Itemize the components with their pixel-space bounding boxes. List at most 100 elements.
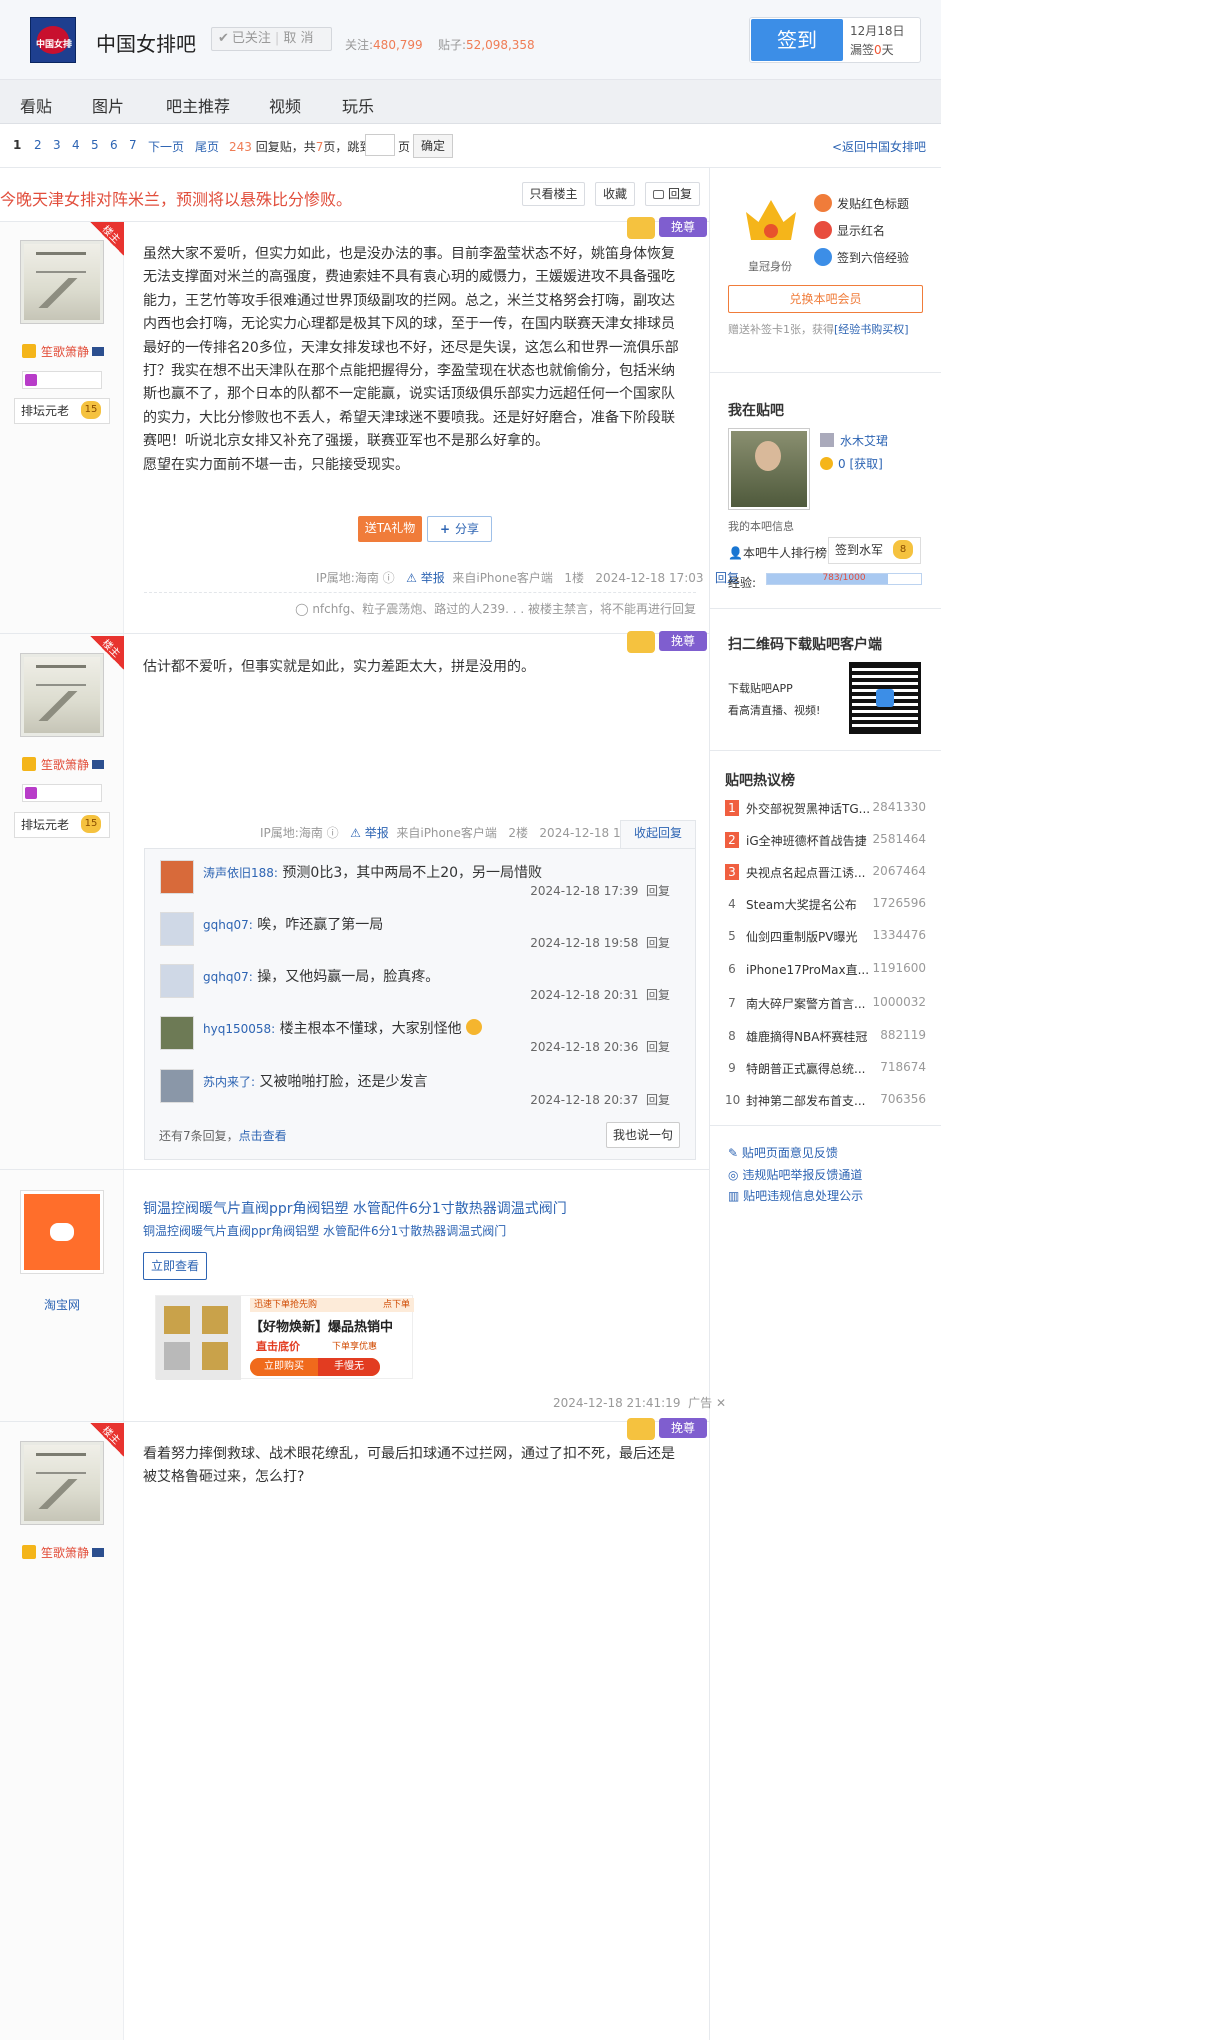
nav-play[interactable]: 玩乐 bbox=[342, 93, 374, 117]
hot-item[interactable]: 2 iG全神班德杯首战告捷 2581464 bbox=[725, 832, 926, 850]
reply-avatar[interactable] bbox=[160, 860, 194, 894]
avatar[interactable] bbox=[20, 653, 104, 737]
exp-book-link[interactable]: [经验书购买权] bbox=[834, 323, 909, 336]
reply-link[interactable]: 回复 bbox=[646, 988, 670, 1002]
rank-list-link[interactable]: 👤本吧牛人排行榜 bbox=[728, 544, 827, 561]
next-page[interactable]: 下一页 bbox=[148, 138, 184, 155]
page-7[interactable]: 7 bbox=[129, 138, 137, 152]
nav-posts[interactable]: 看贴 bbox=[20, 93, 52, 117]
reply-link[interactable]: 回复 bbox=[646, 884, 670, 898]
post-paragraph: 虽然大家不爱听，但实力如此，也是没办法的事。目前李盈莹状态不好，姚笛身体恢复无法… bbox=[143, 246, 679, 450]
sign-info: 12月18日 漏签0天 bbox=[850, 24, 905, 57]
author-name[interactable]: 笙歌箫静 bbox=[22, 1544, 105, 1561]
get-coins-link[interactable]: [获取] bbox=[849, 457, 882, 471]
reply-user[interactable]: hyq150058: bbox=[203, 1022, 275, 1036]
taobao-avatar[interactable] bbox=[20, 1190, 104, 1274]
ad-source[interactable]: 淘宝网 bbox=[44, 1296, 80, 1313]
hot-item[interactable]: 6 iPhone17ProMax直... 1191600 bbox=[725, 961, 926, 979]
nav-featured[interactable]: 吧主推荐 bbox=[166, 93, 230, 117]
say-something-button[interactable]: 我也说一句 bbox=[606, 1122, 680, 1148]
my-coins: 0 [获取] bbox=[820, 455, 883, 472]
follow-button[interactable]: ✔ 已关注 | 取 消 bbox=[211, 27, 332, 51]
wanzun-button[interactable]: 挽尊 bbox=[659, 217, 707, 237]
nav-video[interactable]: 视频 bbox=[269, 93, 301, 117]
report-link[interactable]: ⚠ 举报 bbox=[350, 826, 389, 840]
title-icon bbox=[25, 374, 37, 386]
reply-user[interactable]: 涛声依旧188: bbox=[203, 866, 278, 880]
wanzun-button[interactable]: 挽尊 bbox=[659, 1418, 707, 1438]
share-button[interactable]: + 分享 bbox=[427, 516, 492, 542]
only-op-button[interactable]: 只看楼主 bbox=[522, 182, 585, 206]
my-username[interactable]: 水木艾珺 bbox=[820, 432, 888, 449]
page-6[interactable]: 6 bbox=[110, 138, 118, 152]
limited-button[interactable]: 手慢无 bbox=[318, 1358, 380, 1376]
post-floor-3 bbox=[0, 1422, 709, 2040]
send-gift-button[interactable]: 送TA礼物 bbox=[358, 516, 422, 542]
page-3[interactable]: 3 bbox=[53, 138, 61, 152]
reply-avatar[interactable] bbox=[160, 1069, 194, 1103]
author-name[interactable]: 笙歌箫静 bbox=[22, 756, 105, 773]
page-jump-ok-button[interactable]: 确定 bbox=[413, 134, 453, 158]
collapse-replies-button[interactable]: 收起回复 bbox=[620, 820, 696, 848]
author-level[interactable]: 排坛元老 15 bbox=[14, 812, 110, 838]
back-to-forum-link[interactable]: <返回中国女排吧 bbox=[832, 138, 926, 155]
reply-link[interactable]: 回复 bbox=[646, 1093, 670, 1107]
forum-logo[interactable]: 中国女排 bbox=[30, 17, 76, 63]
hot-item[interactable]: 7 南大碎尸案警方首言... 1000032 bbox=[725, 995, 926, 1013]
avatar[interactable] bbox=[20, 240, 104, 324]
hot-item[interactable]: 10 封神第二部发布首支... 706356 bbox=[725, 1092, 926, 1110]
author-name[interactable]: 笙歌箫静 bbox=[22, 343, 105, 360]
my-avatar[interactable] bbox=[728, 428, 810, 510]
hot-title: 贴吧热议榜 bbox=[725, 773, 795, 789]
last-page[interactable]: 尾页 bbox=[195, 138, 219, 155]
ad-subtitle[interactable]: 铜温控阀暖气片直阀ppr角阀铝塑 水管配件6分1寸散热器调温式阀门 bbox=[143, 1222, 506, 1239]
nav-images[interactable]: 图片 bbox=[92, 93, 124, 117]
hot-item[interactable]: 1 外交部祝贺黑神话TG... 2841330 bbox=[725, 800, 926, 818]
hot-item[interactable]: 9 特朗普正式赢得总统... 718674 bbox=[725, 1060, 926, 1078]
crown-icon bbox=[627, 1418, 655, 1440]
reply-link[interactable]: 回复 bbox=[646, 1040, 670, 1054]
page-5[interactable]: 5 bbox=[91, 138, 99, 152]
reply-link[interactable]: 回复 bbox=[646, 936, 670, 950]
reply-avatar[interactable] bbox=[160, 1016, 194, 1050]
forum-name[interactable]: 中国女排吧 bbox=[96, 28, 196, 57]
ad-banner[interactable]: 迅速下单抢先购 点下单 【好物焕新】爆品热销中 直击底价 下单享优惠 立即购买 手慢… bbox=[155, 1295, 414, 1380]
post-body: 虽然大家不爱听，但实力如此，也是没办法的事。目前李盈莹状态不好，姚笛身体恢复无法… bbox=[143, 243, 688, 477]
qr-text: 下载贴吧APP 看高清直播、视频! bbox=[728, 682, 821, 717]
hot-item[interactable]: 5 仙剑四重制版PV曝光 1334476 bbox=[725, 928, 926, 946]
page-2[interactable]: 2 bbox=[34, 138, 42, 152]
reply-user[interactable]: 苏内来了: bbox=[203, 1075, 255, 1089]
wanzun-button[interactable]: 挽尊 bbox=[659, 631, 707, 651]
reply-avatar[interactable] bbox=[160, 964, 194, 998]
redeem-member-button[interactable]: 兑换本吧会员 bbox=[728, 285, 923, 313]
close-icon[interactable]: ✕ bbox=[716, 1396, 726, 1410]
favorite-button[interactable]: 收藏 bbox=[595, 182, 635, 206]
page-4[interactable]: 4 bbox=[72, 138, 80, 152]
report-link[interactable]: ⚠ 举报 bbox=[406, 571, 445, 585]
author-level[interactable]: 排坛元老 15 bbox=[14, 398, 110, 424]
reply-user[interactable]: gqhq07: bbox=[203, 918, 253, 932]
violation-notice-link[interactable]: ▥ 贴吧违规信息处理公示 bbox=[728, 1187, 863, 1204]
unfollow-button[interactable]: 取 消 bbox=[283, 31, 313, 46]
reply-avatar[interactable] bbox=[160, 912, 194, 946]
post-count: 52,098,358 bbox=[465, 38, 535, 52]
sign-in-button[interactable]: 签到 bbox=[751, 19, 843, 61]
reply-user[interactable]: gqhq07: bbox=[203, 970, 253, 984]
reply-button[interactable]: 回复 bbox=[645, 182, 700, 206]
feedback-link[interactable]: ✎ 贴吧页面意见反馈 bbox=[728, 1144, 838, 1161]
hot-item[interactable]: 8 雄鹿摘得NBA杯赛桂冠 882119 bbox=[725, 1028, 926, 1046]
hot-item[interactable]: 3 央视点名起点晋江诱... 2067464 bbox=[725, 864, 926, 882]
view-now-button[interactable]: 立即查看 bbox=[143, 1252, 207, 1280]
hot-item[interactable]: 4 Steam大奖提名公布 1726596 bbox=[725, 896, 926, 914]
avatar[interactable] bbox=[20, 1441, 104, 1525]
view-more-link[interactable]: 点击查看 bbox=[239, 1129, 287, 1143]
buy-now-button[interactable]: 立即购买 bbox=[250, 1358, 318, 1376]
exp-value: 783/1000 bbox=[822, 573, 866, 583]
ad-title[interactable]: 铜温控阀暖气片直阀ppr角阀铝塑 水管配件6分1寸散热器调温式阀门 bbox=[143, 1198, 567, 1218]
banner-coupon: 下单享优惠 bbox=[332, 1342, 378, 1352]
page-jump-input[interactable] bbox=[365, 134, 395, 156]
tieba-page: 中国女排 中国女排吧 ✔ 已关注 | 取 消 关注:480,799 贴子:52,098… bbox=[0, 0, 941, 2040]
author-title-bar bbox=[22, 784, 102, 802]
report-channel-link[interactable]: ◎ 违规贴吧举报反馈通道 bbox=[728, 1166, 862, 1183]
people-icon: 👤 bbox=[728, 546, 743, 560]
